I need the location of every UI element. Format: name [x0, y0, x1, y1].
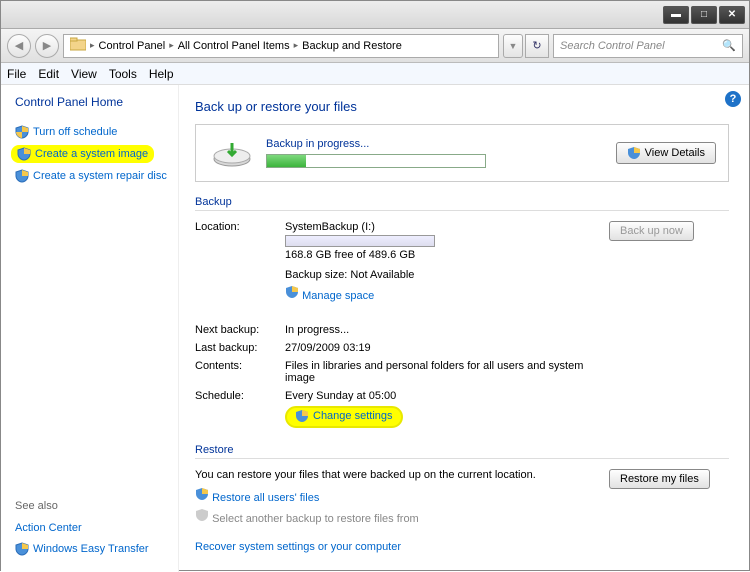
next-backup-value: In progress...: [285, 324, 609, 336]
backup-info-grid: Location: SystemBackup (I:) 168.8 GB fre…: [195, 221, 729, 428]
schedule-label: Schedule:: [195, 390, 285, 402]
shield-icon: [285, 285, 299, 299]
search-placeholder: Search Control Panel: [560, 40, 665, 52]
folder-icon: [70, 37, 86, 54]
main-content: ? Back up or restore your files Backup i…: [179, 85, 749, 572]
crumb-control-panel[interactable]: Control Panel: [99, 40, 166, 52]
progress-panel: Backup in progress... View Details: [195, 124, 729, 182]
sidebar-link-label: Action Center: [15, 522, 82, 534]
menubar: File Edit View Tools Help: [1, 63, 749, 85]
body: Control Panel Home Turn off schedule Cre…: [1, 85, 749, 572]
forward-button[interactable]: ▶: [35, 34, 59, 58]
backup-size-text: Backup size: Not Available: [285, 269, 609, 281]
shield-icon: [15, 542, 29, 556]
contents-label: Contents:: [195, 360, 285, 372]
button-label: Back up now: [620, 225, 683, 237]
sidebar-link-label: Create a system repair disc: [33, 170, 167, 182]
see-also-label: See also: [11, 500, 178, 512]
create-repair-disc-link[interactable]: Create a system repair disc: [11, 167, 178, 185]
create-system-image-link[interactable]: Create a system image: [11, 145, 154, 163]
restore-grid: You can restore your files that were bac…: [195, 469, 729, 525]
shield-icon: [15, 169, 29, 183]
navbar: ◀ ▶ ▸ Control Panel ▸ All Control Panel …: [1, 29, 749, 63]
sidebar-link-label: Windows Easy Transfer: [33, 543, 149, 555]
chevron-icon: ▸: [294, 40, 299, 51]
crumb-backup-restore[interactable]: Backup and Restore: [302, 40, 402, 52]
disk-usage-bar: [285, 235, 435, 247]
shield-icon: [295, 409, 309, 423]
button-label: View Details: [645, 147, 705, 159]
location-label: Location:: [195, 221, 285, 233]
view-details-button[interactable]: View Details: [616, 142, 716, 164]
shield-icon: [195, 487, 209, 501]
location-value: SystemBackup (I:): [285, 221, 609, 233]
back-button[interactable]: ◀: [7, 34, 31, 58]
progress-bar: [266, 154, 486, 168]
free-space-text: 168.8 GB free of 489.6 GB: [285, 249, 609, 261]
restore-section-label: Restore: [195, 444, 729, 456]
close-button[interactable]: ✕: [719, 6, 745, 24]
contents-value: Files in libraries and personal folders …: [285, 360, 609, 384]
backup-progress-icon: [208, 135, 256, 171]
change-settings-highlight: Change settings: [285, 406, 403, 428]
sidebar-link-label: Turn off schedule: [33, 126, 117, 138]
recover-system-link[interactable]: Recover system settings or your computer: [195, 541, 401, 553]
shield-icon: [17, 147, 31, 161]
page-title: Back up or restore your files: [195, 99, 729, 114]
action-center-link[interactable]: Action Center: [11, 520, 178, 536]
schedule-value: Every Sunday at 05:00: [285, 390, 609, 402]
refresh-button[interactable]: ↻: [525, 34, 549, 58]
dropdown-button[interactable]: ▼: [503, 34, 523, 58]
menu-view[interactable]: View: [71, 67, 97, 81]
sidebar-link-label: Create a system image: [35, 148, 148, 160]
shield-icon: [627, 146, 641, 160]
restore-text: You can restore your files that were bac…: [195, 469, 609, 481]
select-another-backup-link: Select another backup to restore files f…: [212, 513, 419, 525]
crumb-all-items[interactable]: All Control Panel Items: [178, 40, 290, 52]
chevron-icon: ▸: [90, 40, 95, 51]
search-icon: 🔍: [722, 39, 736, 52]
button-label: Restore my files: [620, 473, 699, 485]
help-icon[interactable]: ?: [725, 91, 741, 107]
menu-tools[interactable]: Tools: [109, 67, 137, 81]
shield-icon: [15, 125, 29, 139]
minimize-button[interactable]: ▬: [663, 6, 689, 24]
change-settings-link[interactable]: Change settings: [313, 410, 393, 422]
restore-all-users-link[interactable]: Restore all users' files: [212, 492, 319, 504]
progress-text: Backup in progress...: [266, 138, 606, 150]
turn-off-schedule-link[interactable]: Turn off schedule: [11, 123, 178, 141]
control-panel-home-link[interactable]: Control Panel Home: [11, 95, 178, 109]
window: ▬ □ ✕ ◀ ▶ ▸ Control Panel ▸ All Control …: [0, 0, 750, 571]
restore-my-files-button[interactable]: Restore my files: [609, 469, 710, 489]
last-backup-label: Last backup:: [195, 342, 285, 354]
backup-section-label: Backup: [195, 196, 729, 208]
easy-transfer-link[interactable]: Windows Easy Transfer: [11, 540, 178, 558]
menu-file[interactable]: File: [7, 67, 26, 81]
next-backup-label: Next backup:: [195, 324, 285, 336]
backup-now-button[interactable]: Back up now: [609, 221, 694, 241]
search-input[interactable]: Search Control Panel 🔍: [553, 34, 743, 58]
titlebar: ▬ □ ✕: [1, 1, 749, 29]
shield-icon: [195, 508, 209, 522]
divider: [195, 210, 729, 211]
menu-help[interactable]: Help: [149, 67, 174, 81]
divider: [195, 458, 729, 459]
menu-edit[interactable]: Edit: [38, 67, 59, 81]
manage-space-link[interactable]: Manage space: [302, 290, 374, 302]
maximize-button[interactable]: □: [691, 6, 717, 24]
last-backup-value: 27/09/2009 03:19: [285, 342, 609, 354]
chevron-icon: ▸: [169, 40, 174, 51]
address-bar[interactable]: ▸ Control Panel ▸ All Control Panel Item…: [63, 34, 499, 58]
sidebar: Control Panel Home Turn off schedule Cre…: [1, 85, 179, 572]
